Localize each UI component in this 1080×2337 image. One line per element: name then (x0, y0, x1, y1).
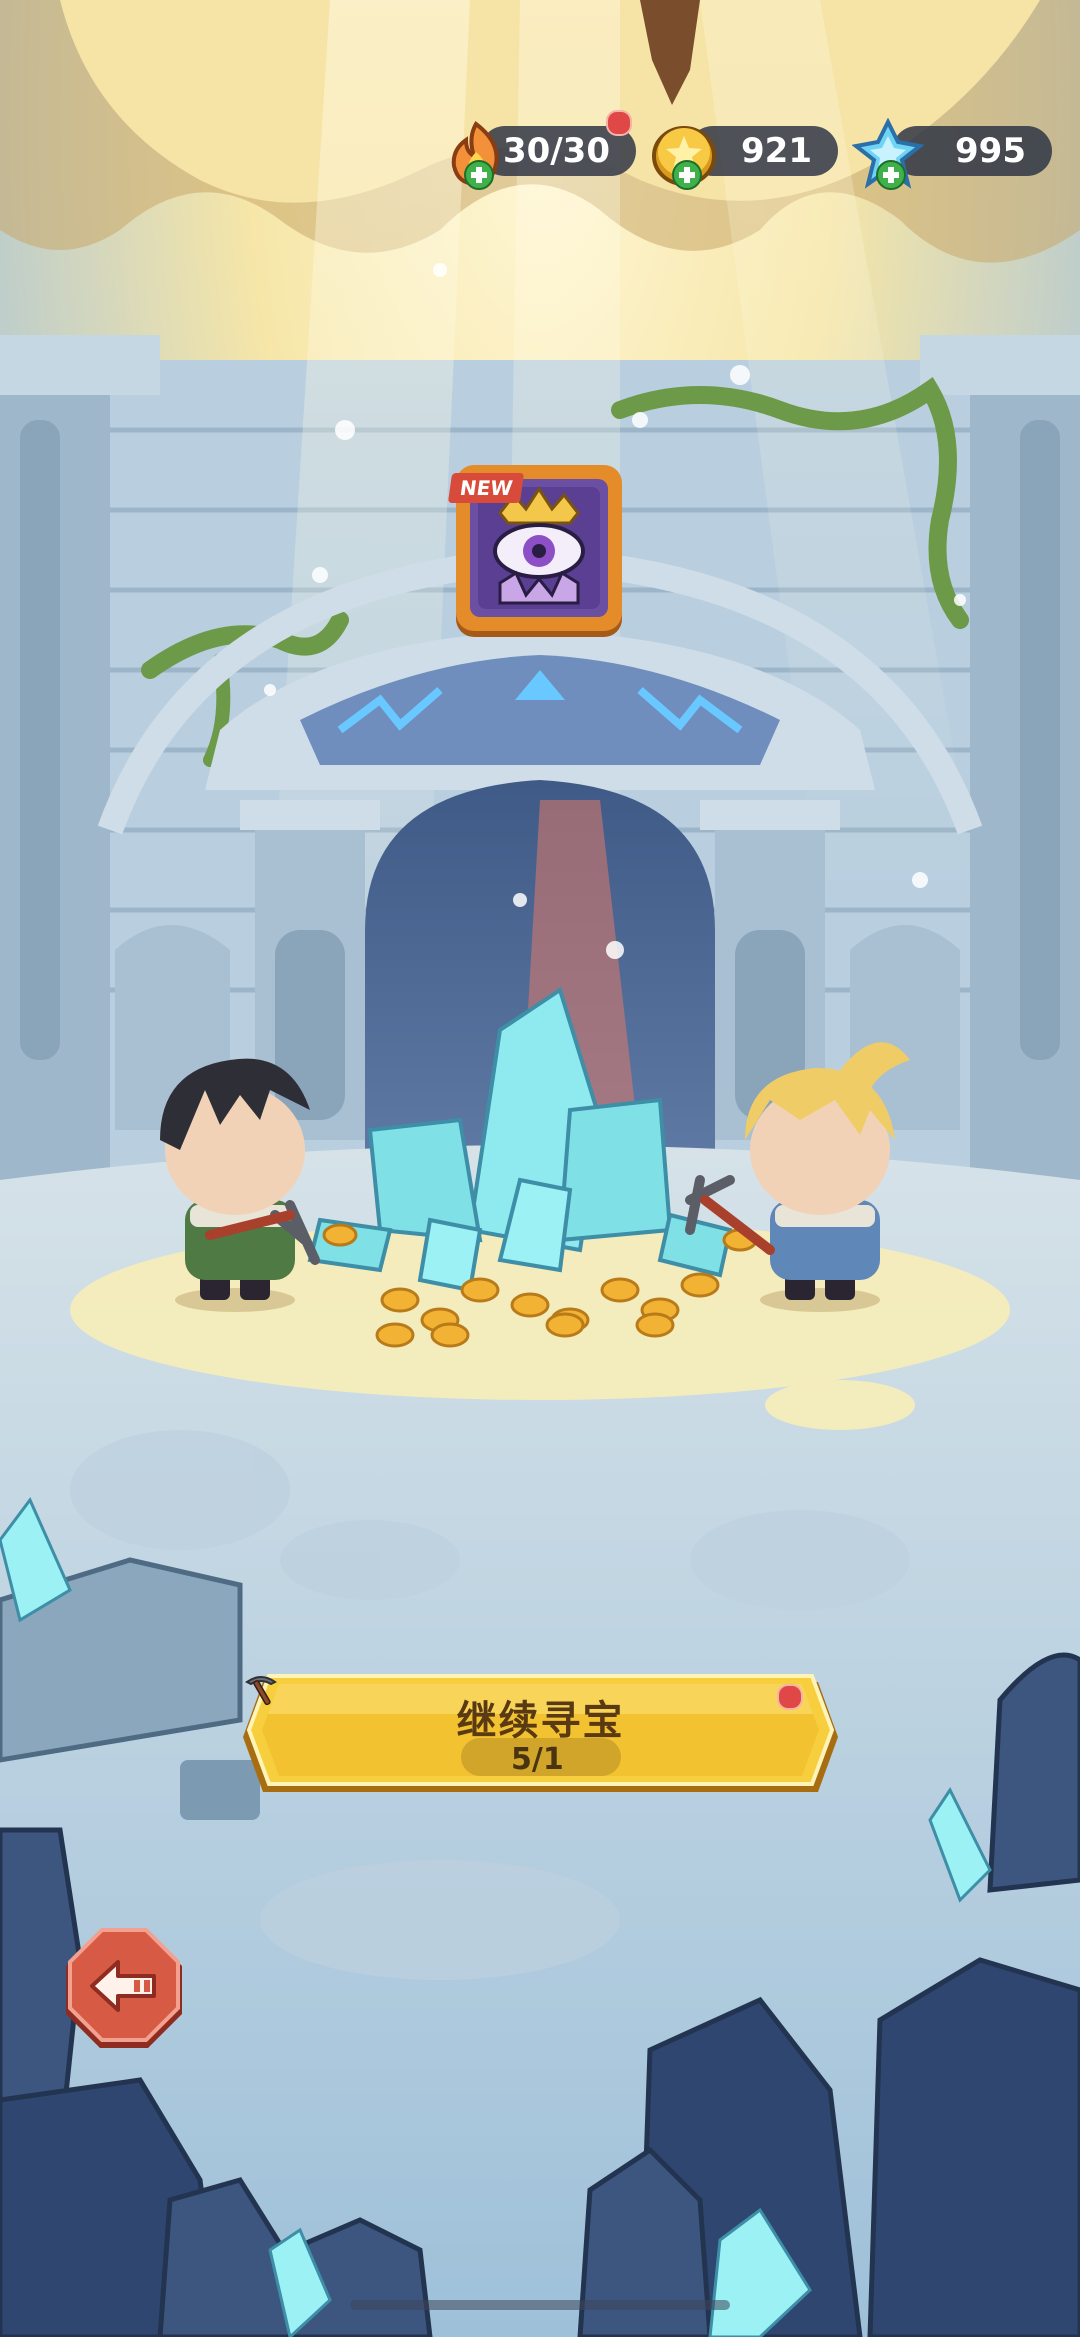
add-energy-icon[interactable] (464, 160, 494, 190)
back-button[interactable] (62, 1928, 186, 2052)
gold-counter[interactable]: 921 (648, 118, 838, 190)
add-gold-icon[interactable] (672, 160, 702, 190)
continue-treasure-hunt-button[interactable]: 继续寻宝 5/1 (243, 1672, 838, 1802)
gem-counter[interactable]: 995 (852, 118, 1052, 190)
energy-counter[interactable]: 30/30 (440, 110, 636, 190)
energy-notification-dot (606, 110, 632, 136)
continue-notification-dot (777, 1684, 803, 1710)
new-badge: NEW (447, 473, 525, 503)
home-indicator[interactable] (350, 2300, 730, 2310)
pickaxe-icon (245, 1676, 277, 1706)
treasure-hunt-scene: 30/30 921 995 NEW 继续寻宝 5/1 (0, 0, 1080, 2337)
reward-item-card[interactable]: NEW (447, 465, 622, 631)
pickaxe-count: 5/1 (511, 1742, 564, 1777)
add-gem-icon[interactable] (876, 160, 906, 190)
back-arrow-icon (66, 1928, 182, 2048)
